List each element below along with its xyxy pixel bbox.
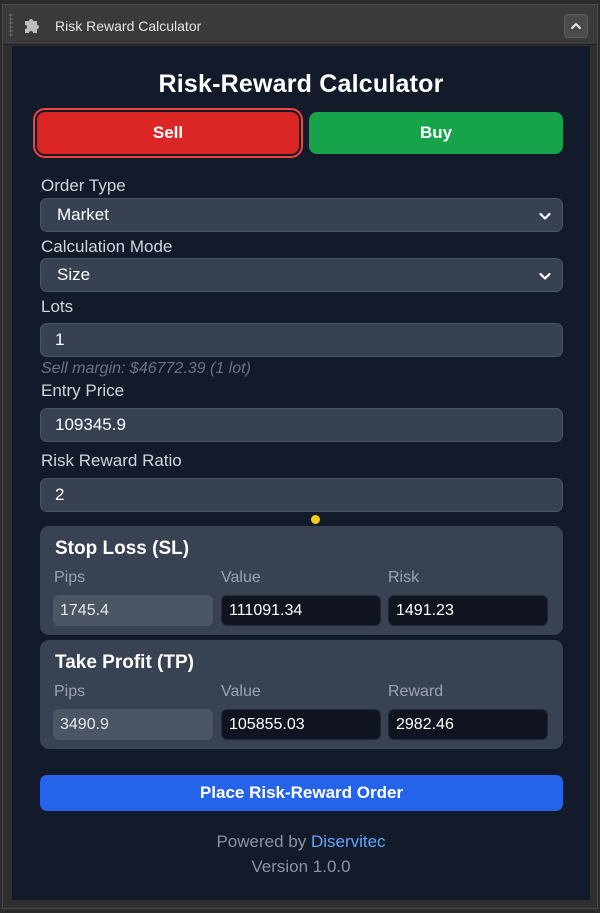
tp-pips-label: Pips bbox=[54, 683, 86, 700]
stop-loss-title: Stop Loss (SL) bbox=[55, 538, 190, 559]
cursor-dot bbox=[311, 515, 320, 524]
brand-link[interactable]: Diservitec bbox=[311, 832, 386, 851]
entry-price-input[interactable]: 109345.9 bbox=[40, 408, 563, 442]
lots-value: 1 bbox=[55, 330, 65, 349]
rr-ratio-label: Risk Reward Ratio bbox=[41, 451, 182, 470]
chevron-down-icon bbox=[539, 272, 551, 280]
collapse-button[interactable] bbox=[564, 14, 588, 38]
window-title: Risk Reward Calculator bbox=[55, 18, 202, 34]
sl-value-input[interactable]: 111091.34 bbox=[221, 595, 381, 626]
take-profit-title: Take Profit (TP) bbox=[55, 652, 194, 673]
calc-mode-label: Calculation Mode bbox=[41, 237, 173, 256]
chevron-up-icon bbox=[571, 23, 581, 29]
chevron-down-icon bbox=[539, 212, 551, 220]
order-type-select[interactable]: Market bbox=[40, 198, 563, 232]
entry-price-value: 109345.9 bbox=[55, 415, 126, 434]
sell-margin-hint: Sell margin: $46772.39 (1 lot) bbox=[41, 360, 251, 377]
take-profit-card: Take Profit (TP) Pips Value Reward 3490.… bbox=[40, 640, 563, 749]
tp-value-input[interactable]: 105855.03 bbox=[221, 709, 381, 740]
tp-reward-label: Reward bbox=[388, 683, 444, 700]
rr-ratio-input[interactable]: 2 bbox=[40, 478, 563, 512]
buy-button[interactable]: Buy bbox=[309, 112, 563, 154]
entry-price-label: Entry Price bbox=[41, 381, 125, 400]
order-type-label: Order Type bbox=[41, 176, 126, 195]
calc-mode-select[interactable]: Size bbox=[40, 258, 563, 292]
puzzle-icon bbox=[25, 19, 39, 33]
tp-value-label: Value bbox=[221, 683, 261, 700]
lots-input[interactable]: 1 bbox=[40, 323, 563, 357]
tp-pips-field: 3490.9 bbox=[53, 709, 213, 740]
sl-pips-field: 1745.4 bbox=[53, 595, 213, 626]
rr-ratio-value: 2 bbox=[55, 485, 65, 504]
powered-prefix: Powered by bbox=[216, 832, 311, 851]
sl-pips-label: Pips bbox=[54, 569, 86, 586]
calc-mode-value: Size bbox=[57, 265, 91, 284]
window-titlebar[interactable]: Risk Reward Calculator bbox=[3, 5, 597, 45]
powered-by: Powered by Diservitec bbox=[12, 832, 590, 852]
order-type-value: Market bbox=[57, 205, 109, 224]
version-label: Version 1.0.0 bbox=[251, 857, 351, 876]
sl-value-label: Value bbox=[221, 569, 261, 586]
drag-handle[interactable] bbox=[9, 13, 13, 37]
page-title: Risk-Reward Calculator bbox=[158, 70, 444, 98]
sl-risk-input[interactable]: 1491.23 bbox=[388, 595, 548, 626]
sell-button[interactable]: Sell bbox=[37, 112, 299, 154]
place-order-button[interactable]: Place Risk-Reward Order bbox=[40, 775, 563, 811]
tp-reward-input[interactable]: 2982.46 bbox=[388, 709, 548, 740]
calculator-window: Risk Reward Calculator Risk-Reward Calcu… bbox=[2, 4, 598, 909]
lots-label: Lots bbox=[41, 297, 74, 316]
stop-loss-card: Stop Loss (SL) Pips Value Risk 1745.4 11… bbox=[40, 526, 563, 635]
calculator-panel: Risk-Reward Calculator Sell Buy Order Ty… bbox=[12, 46, 590, 900]
sl-risk-label: Risk bbox=[388, 569, 420, 586]
